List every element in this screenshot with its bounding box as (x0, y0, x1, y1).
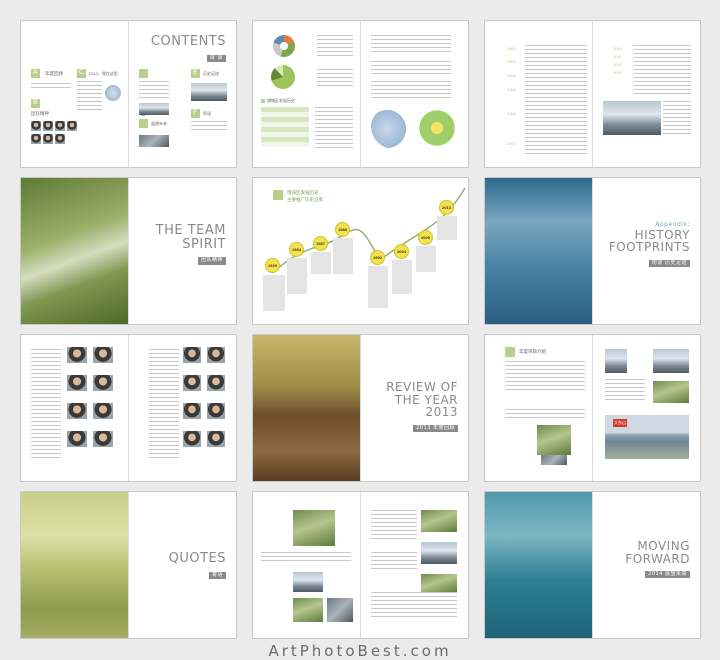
contents-spread: A 年度回顾 B 团队精神 C 2013，我在这里 CONTENTS 目 录 D… (20, 20, 237, 168)
contents-letter-c: C (79, 69, 85, 76)
pie-chart (271, 65, 295, 89)
contents-right-page: CONTENTS 目 录 D 展望未来 E 历史足迹 F 寄语 (129, 21, 236, 167)
history-tag: 附录 历史足迹 (648, 259, 690, 268)
district-map (417, 107, 457, 149)
year-2012: 2012 (613, 62, 622, 67)
year-2007: 2007 (507, 141, 516, 146)
contents-letter-a: A (33, 69, 38, 76)
highway-photo (21, 178, 128, 324)
contents-title: CONTENTS 目 录 (150, 34, 226, 62)
moving-forward-spread: MOVING FORWARD 2014 展望未来 (484, 491, 701, 639)
city-skyline-photo (21, 492, 128, 638)
timeline-heading-2: 主要推广历史沿革 (287, 197, 323, 202)
projects-heading: 年度项目介绍 (519, 349, 546, 354)
quotes-spread: QUOTES 寄语 (20, 491, 237, 639)
contents-section-f: 寄语 (203, 111, 211, 116)
contents-section-c: 2013，我在这里 (89, 71, 118, 76)
year-2013: 2013 (613, 70, 622, 75)
team-spirit-spread: THE TEAM SPIRIT 团队精神 (20, 177, 237, 325)
contents-left-page: A 年度回顾 B 团队精神 C 2013，我在这里 (21, 21, 128, 167)
team-portraits-spread (20, 334, 237, 482)
contents-letter-b: B (33, 99, 38, 106)
team-spirit-tag: 团队精神 (197, 257, 226, 265)
year-2006: 2006 (507, 111, 516, 116)
year-2004: 2004 (507, 73, 516, 78)
charts-spread: 增城区发展历史 (252, 20, 469, 168)
moving-tag: 2014 展望未来 (645, 571, 690, 579)
contents-section-b: 团队精神 (31, 111, 49, 116)
year-bubble-2004: 2004 (394, 244, 409, 259)
development-heading: 增城区发展历史 (267, 98, 295, 103)
harbor-photo (485, 492, 592, 638)
year-2005: 2005 (507, 87, 516, 92)
team-spirit-title: THE TEAM SPIRIT 团队精神 (155, 223, 226, 265)
year-bubble-1988: 1988 (335, 222, 350, 237)
year-bubble-2013: 2013 (439, 200, 454, 215)
photo-text-spread (252, 491, 469, 639)
contents-letter-f: F (193, 109, 198, 116)
review-title: REVIEW OF THE YEAR 2013 2013 年度回顾 (386, 380, 458, 433)
year-bubble-1987: 1987 (313, 236, 328, 251)
history-footprints-title: Appendix: HISTORY FOOTPRINTS 附录 历史足迹 (608, 221, 690, 268)
timeline-heading-1: 增城区发展历史 (287, 190, 319, 195)
watermark: ArtPhotoBest.com (268, 642, 452, 660)
year-bubble-2009: 2009 (418, 230, 433, 245)
year-bubble-1984: 1984 (289, 242, 304, 257)
projects-spread: 年度项目介绍 大东山 (484, 334, 701, 482)
contents-section-e: 历史足迹 (203, 71, 219, 76)
year-2002: 2002 (507, 46, 516, 51)
history-footprints-spread: Appendix: HISTORY FOOTPRINTS 附录 历史足迹 (484, 177, 701, 325)
year-bubble-1929: 1929 (265, 258, 280, 273)
quotes-tag: 寄语 (208, 571, 226, 579)
contents-section-a: 年度回顾 (45, 71, 63, 76)
contents-letter-e: E (193, 69, 198, 76)
moving-forward-title: MOVING FORWARD 2014 展望未来 (625, 539, 690, 579)
quotes-title: QUOTES 寄语 (168, 551, 226, 579)
contents-section-d: 展望未来 (151, 121, 167, 126)
contents-title-tag: 目 录 (206, 54, 226, 62)
tractors-photo (485, 178, 592, 324)
history-text-spread: 2002 2003 2004 2005 2006 2007 2010 2011 … (484, 20, 701, 168)
review-spread: REVIEW OF THE YEAR 2013 2013 年度回顾 (252, 334, 469, 482)
review-tag: 2013 年度回顾 (413, 424, 458, 433)
field-photo (253, 335, 360, 481)
timeline-spread: 增城区发展历史 主要推广历史沿革 1929 1984 1987 1988 199… (252, 177, 469, 325)
year-2011: 2011 (613, 54, 622, 59)
year-2003: 2003 (507, 59, 516, 64)
year-bubble-1992: 1992 (370, 250, 385, 265)
city-map (371, 109, 411, 149)
year-2010: 2010 (613, 46, 622, 51)
billboard-text: 大东山 (614, 420, 626, 425)
